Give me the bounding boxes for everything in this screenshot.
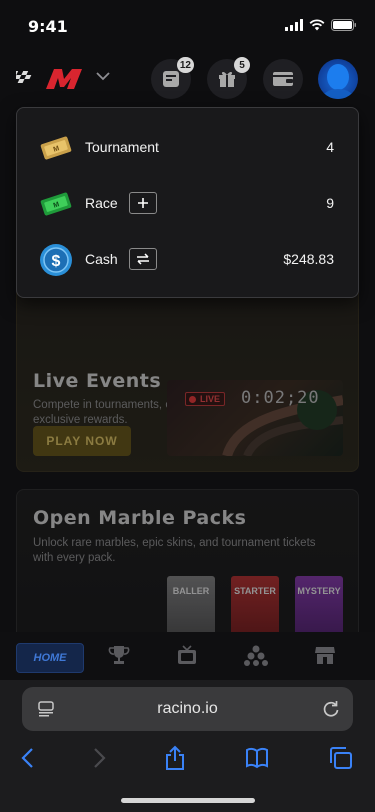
play-now-button[interactable]: PLAY NOW [33, 426, 131, 456]
wallet-cash-label: Cash [85, 251, 118, 267]
dollar-coin-icon: $ [40, 244, 72, 276]
browser-chrome: racino.io [0, 680, 375, 812]
screen: 9:41 12 5 Live Events Compete in tournam… [0, 0, 375, 812]
bottom-nav: HOME [0, 632, 375, 680]
race-ticket-icon: M [40, 192, 72, 216]
forward-icon[interactable] [91, 747, 107, 769]
url-text: racino.io [157, 700, 218, 717]
notifications-button[interactable]: 12 [151, 57, 194, 99]
home-indicator [121, 798, 255, 803]
live-dot-icon [189, 396, 196, 403]
notifications-badge: 12 [176, 57, 194, 73]
address-bar[interactable]: racino.io [22, 687, 353, 731]
wallet-row-tournament[interactable]: M Tournament 4 [17, 127, 358, 167]
list-icon [163, 71, 179, 87]
share-icon[interactable] [164, 745, 186, 771]
racino-logo[interactable] [11, 65, 88, 96]
swap-cash-button[interactable] [129, 248, 157, 270]
tournament-ticket-icon: M [40, 136, 72, 160]
live-stream-thumbnail[interactable]: LIVE 0:02;20 [167, 380, 343, 456]
pack-baller-label: BALLER [172, 586, 210, 596]
wifi-icon [309, 19, 325, 31]
user-avatar[interactable] [318, 59, 358, 99]
packs-description: Unlock rare marbles, epic skins, and tou… [33, 537, 316, 564]
packs-title: Open Marble Packs [33, 507, 247, 529]
live-timer: 0:02;20 [241, 388, 320, 408]
wallet-row-race[interactable]: M Race 9 [17, 183, 358, 223]
pack-mystery-label: MYSTERY [297, 586, 341, 596]
tabs-icon[interactable] [329, 747, 353, 769]
marbles-icon[interactable] [244, 644, 268, 666]
wallet-button[interactable] [263, 59, 303, 99]
wallet-race-label: Race [85, 195, 118, 211]
status-time: 9:41 [28, 17, 68, 36]
nav-home-tab[interactable]: HOME [16, 643, 84, 673]
status-icons [285, 19, 357, 31]
tv-icon[interactable] [176, 644, 198, 666]
wallet-race-value: 9 [326, 195, 334, 211]
signal-icon [285, 19, 303, 31]
gifts-badge: 5 [234, 57, 250, 73]
avatar-silhouette-icon [322, 64, 354, 99]
wallet-tournament-value: 4 [326, 139, 334, 155]
marble-packs-card[interactable]: Open Marble Packs Unlock rare marbles, e… [16, 489, 359, 649]
battery-icon [331, 19, 356, 31]
wallet-dropdown: M Tournament 4 M Race 9 $ Cash $248.83 [16, 107, 359, 298]
pack-starter-label: STARTER [234, 586, 276, 596]
live-events-title: Live Events [33, 370, 162, 392]
chevron-down-icon[interactable] [96, 71, 110, 81]
wallet-row-cash[interactable]: $ Cash $248.83 [17, 239, 358, 279]
bookmarks-icon[interactable] [245, 747, 269, 769]
app-header: 12 5 [0, 55, 375, 105]
gifts-button[interactable]: 5 [207, 57, 250, 99]
swap-icon [137, 253, 149, 265]
wallet-tournament-label: Tournament [85, 139, 159, 155]
status-bar: 9:41 [0, 0, 375, 50]
store-icon[interactable] [314, 644, 336, 666]
svg-text:$: $ [52, 253, 61, 270]
wallet-cash-value: $248.83 [283, 251, 334, 267]
live-badge: LIVE [185, 392, 226, 406]
add-race-ticket-button[interactable] [129, 192, 157, 214]
wallet-icon [273, 72, 293, 86]
back-icon[interactable] [20, 747, 36, 769]
gift-icon [219, 71, 235, 87]
trophy-icon[interactable] [108, 644, 130, 666]
reload-icon[interactable] [321, 699, 341, 719]
live-badge-label: LIVE [200, 394, 221, 404]
plus-icon [138, 198, 148, 208]
